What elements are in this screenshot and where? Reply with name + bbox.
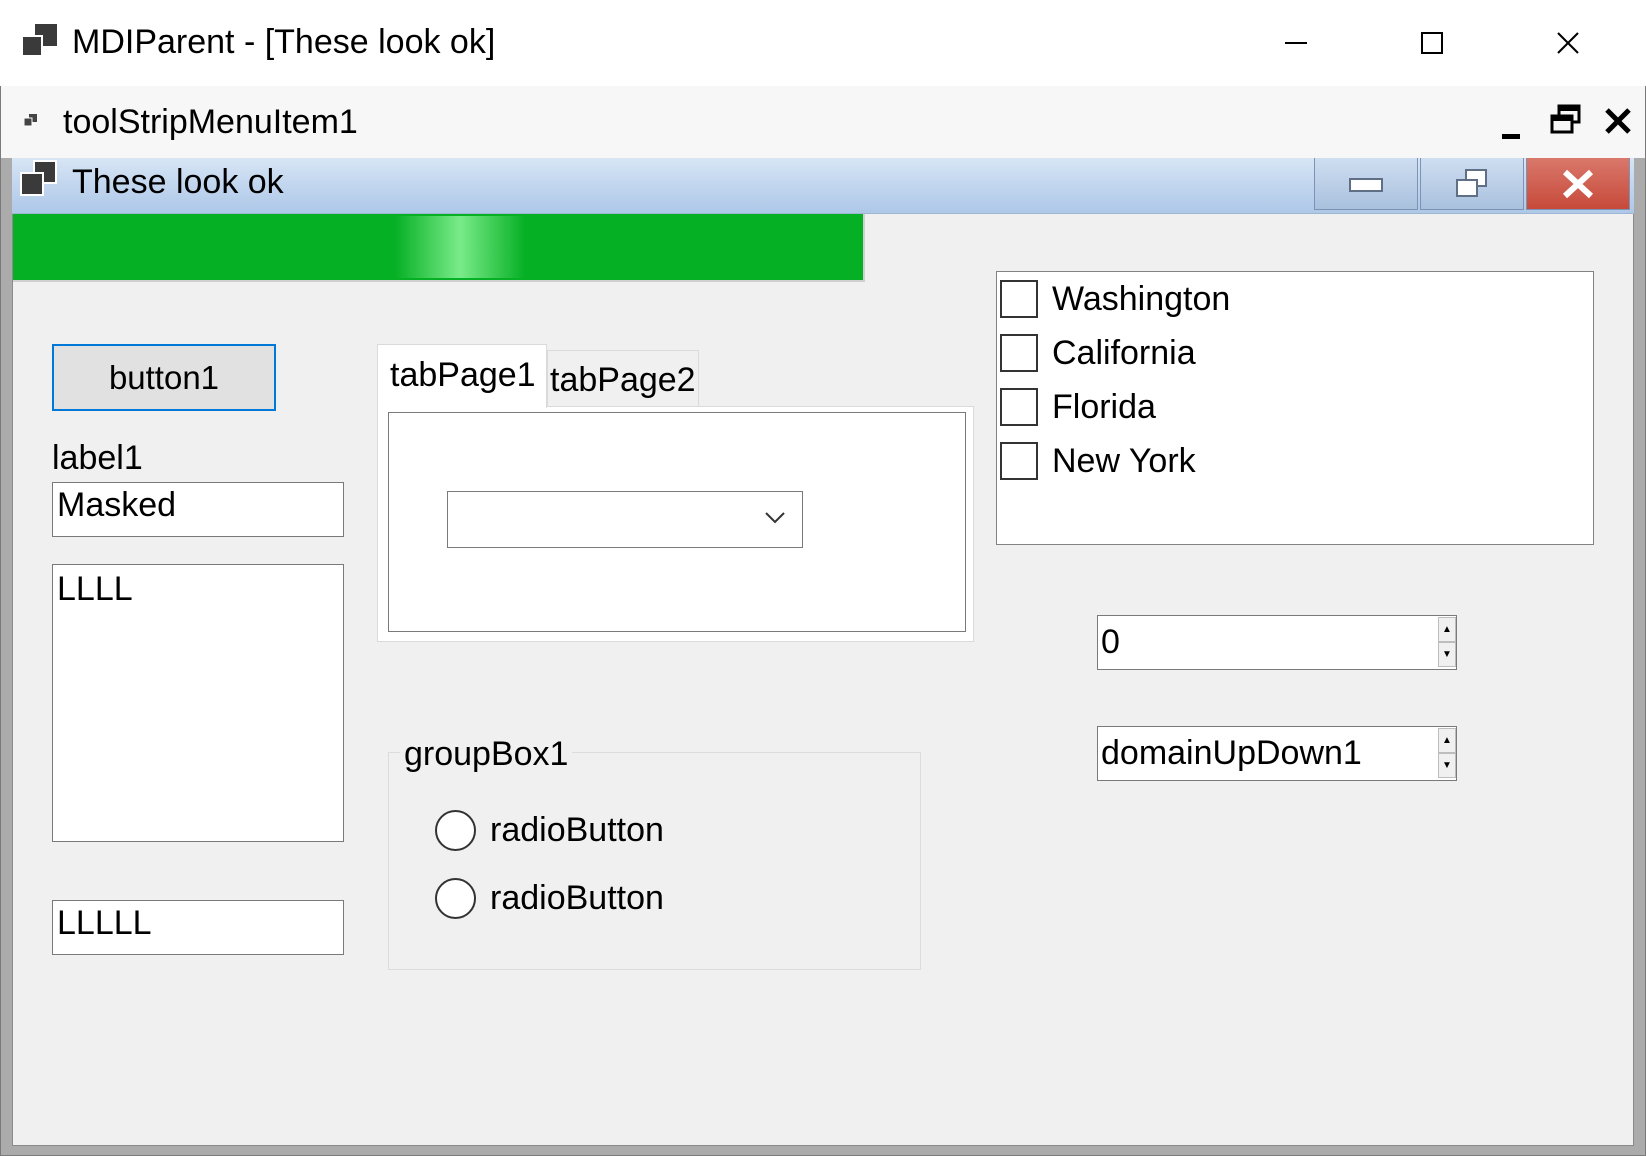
close-button[interactable] [1500,0,1636,86]
mdi-restore-icon[interactable] [1550,104,1582,136]
numeric-updown-spinner[interactable]: ▲ ▼ [1438,617,1456,667]
tab-tabpage1[interactable]: tabPage1 [377,344,547,408]
spin-up-icon[interactable]: ▲ [1438,617,1456,642]
child-restore-button[interactable] [1420,158,1524,210]
list-item-label: Washington [1052,280,1231,318]
close-icon [1557,32,1579,54]
spin-down-icon[interactable]: ▼ [1438,642,1456,667]
list-item-label: California [1052,334,1196,372]
combo-value [448,500,452,538]
list-item[interactable]: Washington [1000,272,1230,326]
checkbox[interactable] [1000,280,1038,318]
chevron-down-icon[interactable] [764,510,786,526]
radio-circle[interactable] [435,809,476,851]
mdi-child-icon [23,114,38,128]
app-window-icon [21,24,60,60]
radio-label: radioButton [490,879,664,917]
tab-tabpage2[interactable]: tabPage2 [547,350,699,406]
mdi-minimize-icon[interactable] [1498,114,1526,142]
masked-textbox[interactable]: Masked [52,482,344,537]
multiline-textbox[interactable]: LLLL [52,564,344,842]
radio-circle[interactable] [435,877,476,919]
checkbox[interactable] [1000,388,1038,426]
progress-bar-glow [395,216,525,278]
list-item[interactable]: California [1000,326,1196,380]
child-window-icon [20,160,58,198]
numeric-updown[interactable]: 0 [1097,615,1457,670]
domain-updown[interactable]: domainUpDown1 [1097,726,1457,781]
child-minimize-button[interactable] [1314,158,1418,210]
minimize-icon [1349,177,1383,192]
domain-updown-spinner[interactable]: ▲ ▼ [1438,728,1456,778]
label1: label1 [52,439,143,477]
bottom-textbox[interactable]: LLLLL [52,900,344,955]
group-box-label: groupBox1 [400,732,573,776]
checkbox[interactable] [1000,334,1038,372]
menu-item-toolstrip[interactable]: toolStripMenuItem1 [63,100,358,144]
spin-up-icon[interactable]: ▲ [1438,728,1456,753]
list-item[interactable]: Florida [1000,380,1156,434]
radio-button-2[interactable]: radioButton [435,876,664,920]
button1[interactable]: button1 [52,344,276,411]
close-icon [1562,169,1594,198]
list-item-label: New York [1052,442,1196,480]
restore-icon [1456,168,1487,197]
numeric-updown-value: 0 [1101,623,1120,661]
minimize-button[interactable] [1228,0,1364,86]
checkbox[interactable] [1000,442,1038,480]
maximize-icon [1421,32,1443,54]
radio-button-1[interactable]: radioButton [435,808,664,852]
radio-label: radioButton [490,811,664,849]
window-title: MDIParent - [These look ok] [72,23,496,61]
spin-down-icon[interactable]: ▼ [1438,753,1456,778]
domain-updown-value: domainUpDown1 [1101,734,1362,772]
child-close-button[interactable] [1526,158,1630,210]
combo-box[interactable] [447,491,803,548]
list-item[interactable]: New York [1000,434,1196,488]
mdi-close-icon[interactable] [1603,106,1633,136]
list-item-label: Florida [1052,388,1156,426]
maximize-button[interactable] [1364,0,1500,86]
minimize-icon [1285,42,1307,44]
child-window-title: These look ok [72,163,284,201]
group-box [388,752,921,970]
